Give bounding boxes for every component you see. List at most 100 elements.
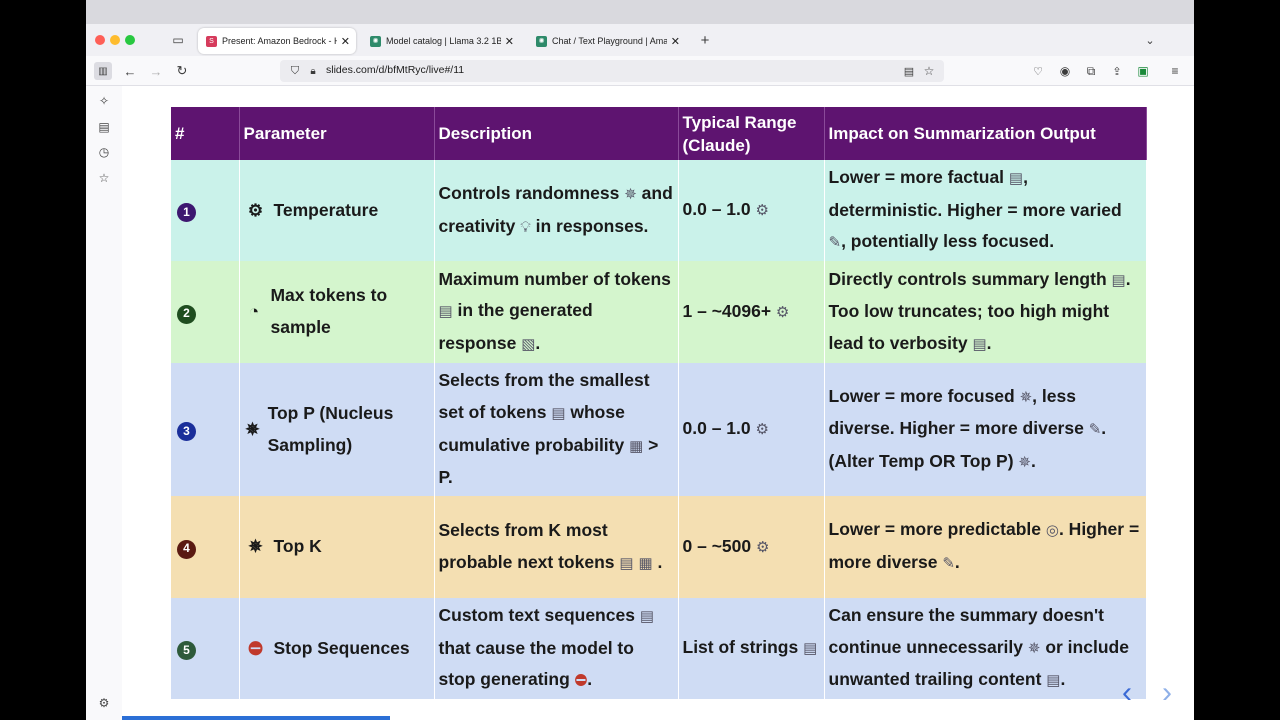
network-icon: ✵ xyxy=(624,185,637,203)
browser-window: ▭ S Present: Amazon Bedrock - Han ✕ ✺ Mo… xyxy=(86,0,1194,720)
description-text: Controls randomness xyxy=(438,182,625,203)
back-arrow-icon[interactable]: ← xyxy=(121,62,139,80)
document-icon: ▤ xyxy=(619,554,634,572)
url-bar[interactable]: ⛉ 🔒︎ slides.com/d/bfMtRyc/live#/11 ▤ ☆ xyxy=(280,60,944,82)
extensions-icon[interactable]: ⧉ xyxy=(1082,62,1100,80)
minimize-window-button[interactable] xyxy=(110,35,120,45)
description-text: Custom text sequences xyxy=(438,605,640,625)
range-text: 0.0 – 1.0 xyxy=(682,199,756,220)
parameter-name: Stop Sequences xyxy=(273,637,410,658)
navigation-bar: ▥ ← → ↻ ⛉ 🔒︎ slides.com/d/bfMtRyc/live#/… xyxy=(86,56,1194,86)
synced-tabs-icon[interactable]: ▤ xyxy=(96,119,112,135)
range-cell: 1 – ~4096+ ⚙ xyxy=(678,261,825,363)
reload-icon[interactable]: ↻ xyxy=(173,62,191,80)
tab-bar: ▭ S Present: Amazon Bedrock - Han ✕ ✺ Mo… xyxy=(86,24,1194,56)
description-text: . xyxy=(535,332,541,353)
gauge-icon: ◔ xyxy=(248,302,260,322)
history-icon[interactable]: ◷ xyxy=(96,144,112,160)
impact-text: Lower = more predictable xyxy=(828,519,1046,540)
number-badge: 2 xyxy=(177,304,196,324)
table-row: 3 ✵ Top P (Nucleus Sampling) Selects from… xyxy=(171,363,1147,496)
bookmark-star-icon[interactable]: ☆ xyxy=(920,62,938,80)
next-slide-arrow-icon[interactable]: › xyxy=(1162,676,1172,710)
range-cell: 0 – ~500 ⚙ xyxy=(678,496,825,598)
maximize-window-button[interactable] xyxy=(125,35,135,45)
close-tab-icon[interactable]: ✕ xyxy=(505,35,514,48)
impact-text: Lower = more factual xyxy=(828,167,1009,188)
parameter-cell: ⚙ Temperature xyxy=(239,160,435,261)
close-window-button[interactable] xyxy=(95,35,105,45)
slides-icon: S xyxy=(206,35,217,47)
target-icon: ◎ xyxy=(1045,522,1059,540)
impact-cell: Can ensure the summary doesn't continue … xyxy=(824,598,1147,699)
settings-gear-icon[interactable]: ⚙ xyxy=(96,695,112,711)
tab-model-catalog[interactable]: ✺ Model catalog | Llama 3.2 1B Ins ✕ xyxy=(362,28,520,54)
extension-icon[interactable]: ▣ xyxy=(1134,62,1152,80)
close-tab-icon[interactable]: ✕ xyxy=(341,35,350,48)
header-typical-range: Typical Range (Claude) xyxy=(678,107,825,160)
previous-slide-arrow-icon[interactable]: ‹ xyxy=(1122,676,1132,710)
parameter-cell: ✵ Top P (Nucleus Sampling) xyxy=(239,363,435,496)
robot-icon: ⚙ xyxy=(755,421,769,439)
pocket-icon[interactable]: ♡ xyxy=(1029,62,1047,80)
robot-icon: ⚙ xyxy=(755,202,769,220)
menu-icon[interactable]: ≡ xyxy=(1166,62,1184,80)
impact-text: . xyxy=(1030,450,1036,471)
robot-icon: ⚙ xyxy=(755,538,770,556)
account-icon[interactable]: ◉ xyxy=(1056,62,1074,80)
neural-network-icon: ✵ xyxy=(1018,453,1031,471)
row-number-cell: 4 xyxy=(171,496,240,598)
header-parameter: Parameter xyxy=(239,107,435,160)
parameter-cell: ✵ Top K xyxy=(239,496,435,598)
parameters-table: # Parameter Description Typical Range (C… xyxy=(171,107,1147,699)
number-badge: 1 xyxy=(177,203,196,222)
chart-icon: ▦ xyxy=(629,437,644,455)
header-description: Description xyxy=(434,107,679,160)
row-number-cell: 5 xyxy=(171,598,240,699)
impact-text: . xyxy=(954,552,960,572)
sidebar-toggle-icon[interactable]: ▥ xyxy=(94,62,112,80)
browser-sidebar: ✧ ▤ ◷ ☆ ⚙ xyxy=(86,86,122,720)
document-icon: ▤ xyxy=(438,303,453,321)
parameter-cell: ⛔︎ Stop Sequences xyxy=(239,598,435,699)
impact-cell: Lower = more factual ▤, deterministic. H… xyxy=(824,160,1147,261)
forward-arrow-icon[interactable]: → xyxy=(147,62,165,80)
share-icon[interactable]: ⇪ xyxy=(1108,62,1126,80)
new-tab-icon[interactable]: + xyxy=(696,31,714,49)
chevron-down-icon[interactable]: ⌄ xyxy=(1141,31,1159,49)
document-icon: ▤ xyxy=(972,335,987,353)
impact-text: Directly controls summary length xyxy=(828,268,1112,289)
openai-icon: ✺ xyxy=(370,35,381,47)
paint-brush-icon: ✎ xyxy=(1088,421,1102,439)
table-row: 1 ⚙ Temperature Controls randomness ✵ and… xyxy=(171,160,1147,261)
tab-chat-playground[interactable]: ✺ Chat / Text Playground | Amazon ✕ xyxy=(528,28,686,54)
impact-text: , potentially less focused. xyxy=(841,231,1055,252)
range-cell: 0.0 – 1.0 ⚙ xyxy=(678,160,825,261)
impact-text: . xyxy=(986,332,992,353)
parameter-name: Top P (Nucleus Sampling) xyxy=(267,402,394,455)
shield-icon[interactable]: ⛉ xyxy=(286,62,304,80)
slide-progress-bar xyxy=(122,716,390,720)
paint-brush-icon: ✎ xyxy=(828,234,842,252)
description-text: Maximum number of tokens xyxy=(438,268,671,289)
table-header-row: # Parameter Description Typical Range (C… xyxy=(171,107,1147,160)
slide-content: # Parameter Description Typical Range (C… xyxy=(122,86,1194,720)
reader-view-icon[interactable]: ▤ xyxy=(900,62,918,80)
tab-overview-icon[interactable]: ▭ xyxy=(169,31,187,49)
row-number-cell: 2 xyxy=(171,261,240,363)
ai-sparkle-icon[interactable]: ✧ xyxy=(96,93,112,109)
description-text: that cause the model to stop generating xyxy=(438,637,634,690)
row-number-cell: 1 xyxy=(171,160,240,261)
tab-presentation[interactable]: S Present: Amazon Bedrock - Han ✕ xyxy=(198,28,356,54)
stop-sign-icon: ⛔︎ xyxy=(248,638,263,658)
document-icon: ▤ xyxy=(1008,170,1024,188)
parameter-cell: ◔ Max tokens to sample xyxy=(239,261,435,363)
url-text[interactable]: slides.com/d/bfMtRyc/live#/11 xyxy=(326,64,464,76)
number-badge: 3 xyxy=(177,422,196,441)
network-icon: ✵ xyxy=(248,537,263,557)
document-icon: ▤ xyxy=(639,608,654,625)
close-tab-icon[interactable]: ✕ xyxy=(671,35,680,48)
range-text: 0.0 – 1.0 xyxy=(682,418,756,439)
bookmarks-star-icon[interactable]: ☆ xyxy=(96,170,112,186)
tab-title: Model catalog | Llama 3.2 1B Ins xyxy=(386,36,501,46)
